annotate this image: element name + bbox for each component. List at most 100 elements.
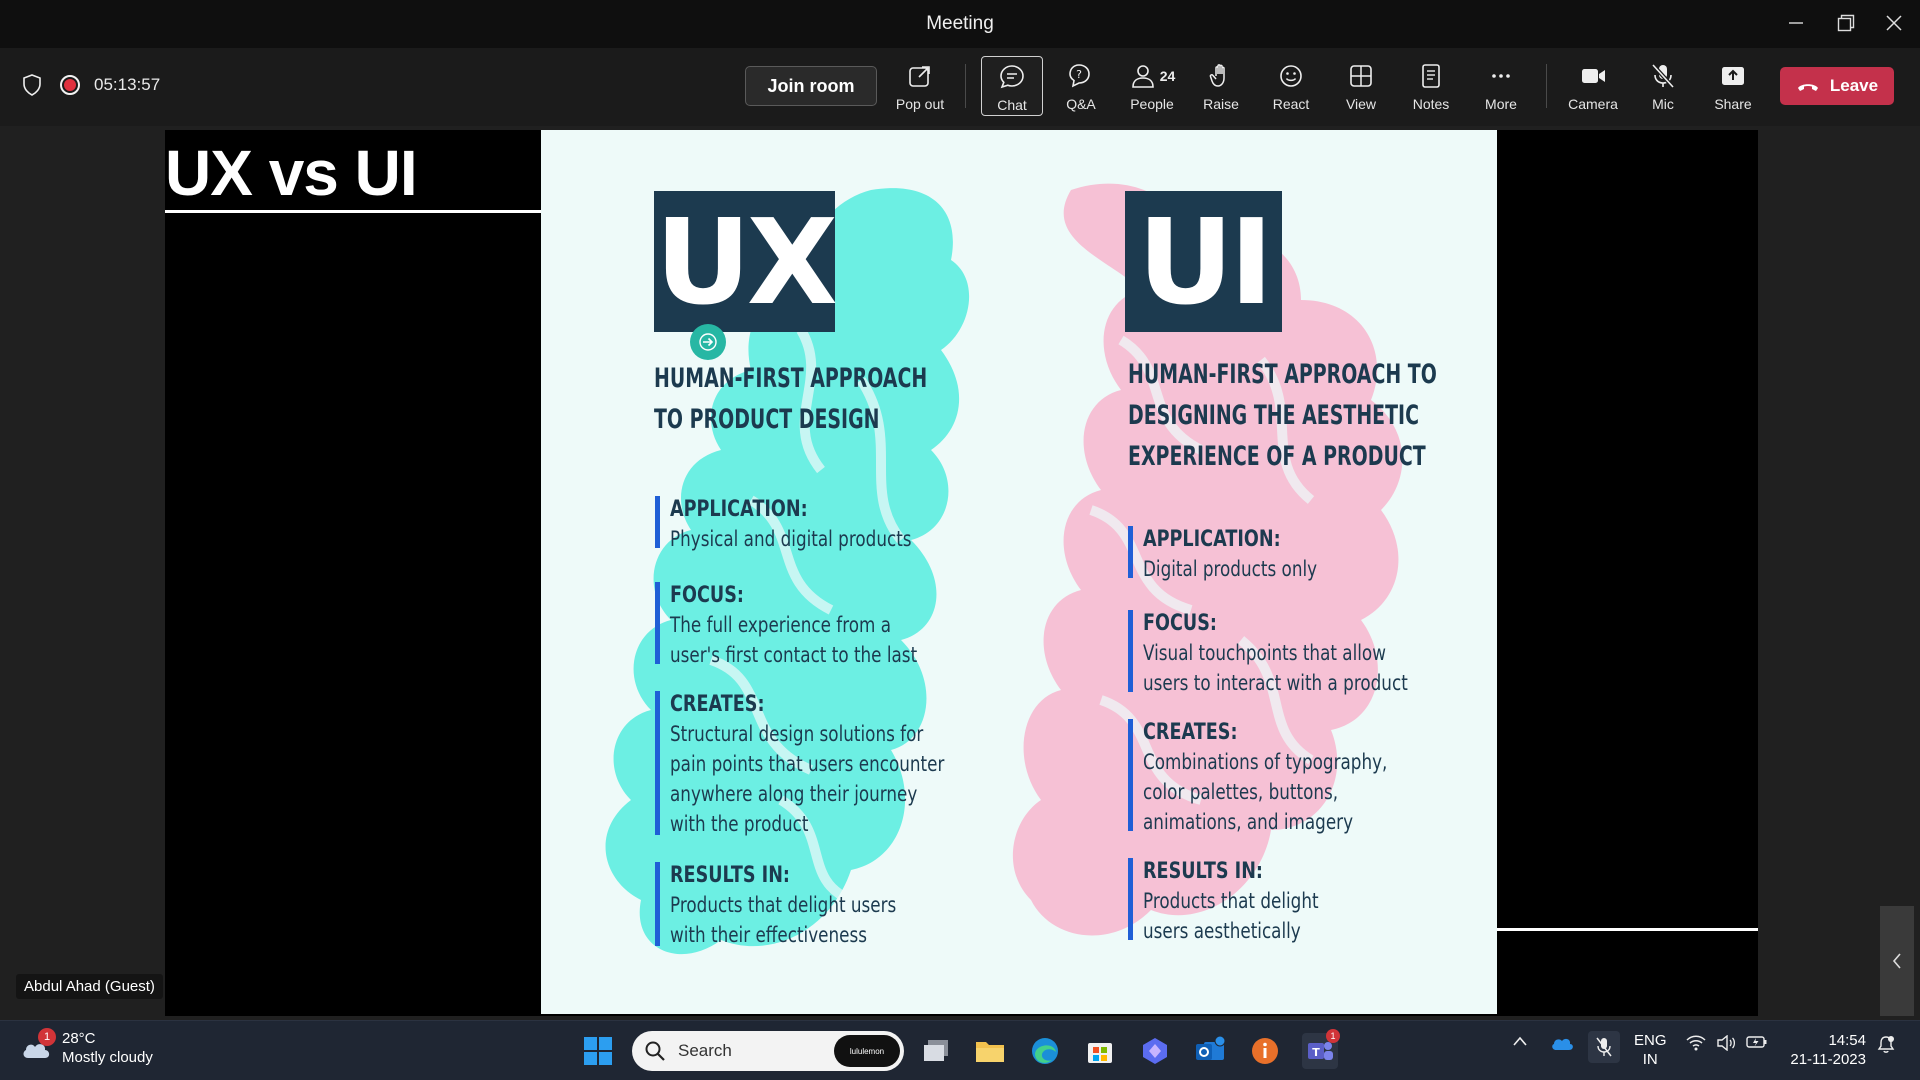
view-layout-icon — [1350, 65, 1372, 87]
close-window-button[interactable] — [1874, 8, 1914, 38]
participant-nameplate: Abdul Ahad (Guest) — [16, 974, 163, 999]
svg-text:?: ? — [1076, 68, 1082, 81]
expand-panel-button[interactable] — [1880, 906, 1914, 1016]
ux-application-item: APPLICATION: Physical and digital produc… — [655, 496, 1040, 551]
store-icon — [1088, 1043, 1112, 1063]
join-room-button[interactable]: Join room — [745, 66, 877, 106]
microsoft-store-button[interactable] — [1082, 1033, 1118, 1069]
view-button[interactable]: View — [1330, 56, 1392, 116]
title-bar: Meeting — [0, 0, 1920, 48]
copilot-button[interactable] — [1137, 1033, 1173, 1069]
volume-button[interactable] — [1716, 1035, 1736, 1051]
svg-text:T: T — [1312, 1046, 1320, 1059]
chevron-up-icon — [1513, 1036, 1527, 1046]
notes-button[interactable]: Notes — [1400, 56, 1462, 116]
meeting-stage: UX vs UI UX UI HUMAN-FIRST APPROACH TO P… — [0, 126, 1920, 1020]
meeting-toolbar: 05:13:57 Join room Pop out Chat ? Q&A 24… — [0, 48, 1920, 126]
ux-creates-item: CREATES: Structural design solutions for… — [655, 691, 1040, 836]
people-count: 24 — [1159, 68, 1176, 84]
region-code: IN — [1642, 1051, 1658, 1068]
item-value: Digital products only — [1143, 557, 1318, 581]
system-clock[interactable]: 14:54 21-11-2023 — [1786, 1031, 1866, 1069]
taskbar-search[interactable]: Search lululemon — [632, 1031, 904, 1071]
notes-label: Notes — [1412, 96, 1450, 112]
share-button[interactable]: Share — [1702, 56, 1764, 116]
leave-button[interactable]: Leave — [1780, 67, 1894, 105]
pop-out-label: Pop out — [895, 96, 945, 112]
info-app-button[interactable] — [1247, 1033, 1283, 1069]
teams-button[interactable]: T 1 — [1302, 1029, 1340, 1069]
restore-icon — [1837, 14, 1855, 32]
item-key: APPLICATION: — [670, 497, 808, 522]
onedrive-button[interactable] — [1550, 1035, 1574, 1051]
more-label: More — [1485, 96, 1517, 112]
window-title: Meeting — [926, 13, 994, 34]
teams-badge: 1 — [1326, 1029, 1340, 1043]
item-key: FOCUS: — [1143, 611, 1217, 636]
people-button[interactable]: 24 People — [1120, 56, 1184, 116]
ux-heading: HUMAN-FIRST APPROACH TO PRODUCT DESIGN — [654, 363, 928, 435]
restore-button[interactable] — [1826, 8, 1866, 38]
clock-time: 14:54 — [1828, 1032, 1866, 1049]
file-explorer-button[interactable] — [972, 1033, 1008, 1069]
battery-button[interactable] — [1746, 1035, 1768, 1049]
notification-bell-icon — [1877, 1036, 1895, 1053]
shield-icon[interactable] — [22, 74, 42, 96]
people-icon — [1131, 65, 1154, 88]
meeting-timer: 05:13:57 — [94, 75, 161, 94]
task-view-icon — [924, 1040, 948, 1061]
arrow-right-icon[interactable] — [690, 324, 726, 360]
ui-results-item: RESULTS IN: Products that delight users … — [1128, 858, 1497, 943]
clock-date: 21-11-2023 — [1790, 1051, 1866, 1068]
item-value: Visual touchpoints that allow users to i… — [1143, 641, 1408, 695]
item-value: Products that delight users aestheticall… — [1143, 889, 1319, 943]
smiley-icon — [1280, 65, 1302, 87]
item-value: Combinations of typography, color palett… — [1143, 750, 1388, 834]
notifications-button[interactable] — [1876, 1035, 1896, 1055]
more-button[interactable]: More — [1470, 56, 1532, 116]
wifi-icon — [1686, 1035, 1706, 1051]
view-label: View — [1345, 96, 1377, 112]
show-hidden-icons-button[interactable] — [1512, 1035, 1528, 1047]
info-icon — [1252, 1038, 1278, 1064]
minimize-button[interactable] — [1776, 8, 1816, 38]
search-highlight-pill: lululemon — [834, 1035, 900, 1067]
speaker-icon — [1717, 1035, 1736, 1051]
react-label: React — [1272, 96, 1310, 112]
hang-up-icon — [1797, 84, 1818, 91]
pop-out-button[interactable]: Pop out — [889, 56, 951, 116]
language-indicator[interactable]: ENG IN — [1634, 1031, 1667, 1069]
edge-browser-button[interactable] — [1027, 1033, 1063, 1069]
ux-results-item: RESULTS IN: Products that delight users … — [655, 862, 1040, 947]
item-key: APPLICATION: — [1143, 527, 1281, 552]
mic-muted-tray-button[interactable] — [1588, 1031, 1620, 1063]
share-label: Share — [1714, 96, 1752, 112]
chat-button[interactable]: Chat — [981, 56, 1043, 116]
item-key: FOCUS: — [670, 583, 744, 608]
outlook-icon — [1196, 1036, 1226, 1060]
start-button[interactable] — [580, 1033, 616, 1069]
item-key: RESULTS IN: — [670, 863, 790, 888]
raise-hand-icon — [1209, 64, 1225, 87]
outlook-button[interactable] — [1192, 1033, 1228, 1069]
react-button[interactable]: React — [1260, 56, 1322, 116]
camera-button[interactable]: Camera — [1562, 56, 1624, 116]
weather-condition: Mostly cloudy — [62, 1049, 153, 1066]
qa-button[interactable]: ? Q&A — [1050, 56, 1112, 116]
ui-heading: HUMAN-FIRST APPROACH TO DESIGNING THE AE… — [1128, 359, 1437, 472]
ui-creates-item: CREATES: Combinations of typography, col… — [1128, 719, 1497, 834]
slide-title: UX vs UI — [165, 137, 418, 209]
chat-icon — [1000, 65, 1024, 89]
task-view-button[interactable] — [918, 1033, 954, 1069]
search-placeholder: Search — [678, 1041, 732, 1060]
raise-hand-button[interactable]: Raise — [1190, 56, 1252, 116]
slide-divider-line — [1497, 928, 1758, 931]
qa-icon: ? — [1069, 64, 1090, 88]
network-button[interactable] — [1686, 1035, 1706, 1051]
mic-button[interactable]: Mic — [1632, 56, 1694, 116]
item-key: RESULTS IN: — [1143, 859, 1263, 884]
item-key: CREATES: — [1143, 720, 1238, 745]
weather-widget[interactable]: 1 28°C Mostly cloudy — [20, 1028, 153, 1067]
ui-focus-item: FOCUS: Visual touchpoints that allow use… — [1128, 610, 1497, 695]
chat-label: Chat — [997, 97, 1027, 113]
